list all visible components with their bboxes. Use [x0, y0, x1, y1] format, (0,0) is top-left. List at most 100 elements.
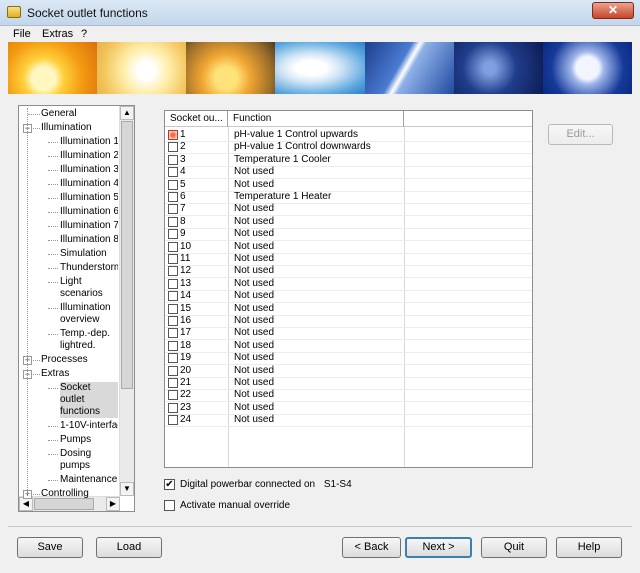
- tree-item[interactable]: Illumination 3: [60, 164, 118, 176]
- socket-checkbox[interactable]: [168, 353, 178, 364]
- tree-item[interactable]: Illumination 6: [60, 206, 118, 218]
- socket-checkbox[interactable]: [168, 216, 178, 227]
- save-button[interactable]: Save: [17, 537, 83, 558]
- table-row[interactable]: 1 pH-value 1 Control upwards: [165, 129, 532, 141]
- scroll-left-icon[interactable]: ◀: [19, 497, 33, 511]
- tree-item[interactable]: Processes: [41, 354, 119, 366]
- help-button[interactable]: Help: [556, 537, 622, 558]
- tree-item[interactable]: Temp.-dep. lightred.: [60, 328, 118, 352]
- back-button[interactable]: < Back: [342, 537, 401, 558]
- scroll-up-icon[interactable]: ▲: [120, 106, 134, 120]
- tree-item[interactable]: Illumination 1: [60, 136, 118, 148]
- menu-file[interactable]: File: [13, 28, 31, 40]
- table-row[interactable]: 14 Not used: [165, 290, 532, 302]
- table-row[interactable]: 11 Not used: [165, 253, 532, 265]
- tree-item[interactable]: Pumps: [60, 434, 118, 446]
- socket-checkbox[interactable]: [168, 340, 178, 351]
- socket-checkbox[interactable]: [168, 402, 178, 413]
- column-header-function[interactable]: Function: [228, 111, 404, 127]
- digital-powerbar-checkbox[interactable]: ✔: [164, 479, 175, 490]
- table-row[interactable]: 8 Not used: [165, 216, 532, 228]
- load-button[interactable]: Load: [96, 537, 162, 558]
- menu-help[interactable]: ?: [81, 28, 87, 40]
- table-row[interactable]: 3 Temperature 1 Cooler: [165, 154, 532, 166]
- socket-number: 21: [180, 377, 192, 388]
- table-row[interactable]: 20 Not used: [165, 365, 532, 377]
- socket-checkbox[interactable]: [168, 266, 178, 277]
- navigation-tree[interactable]: ▲ ▼ ◀ ▶ General Illumination − Illumination…: [18, 105, 135, 512]
- table-row[interactable]: 24 Not used: [165, 414, 532, 426]
- socket-checkbox[interactable]: [168, 390, 178, 401]
- socket-checkbox[interactable]: [168, 142, 178, 153]
- close-button[interactable]: ✕: [592, 2, 634, 19]
- socket-checkbox[interactable]: [168, 241, 178, 252]
- socket-checkbox[interactable]: [168, 303, 178, 314]
- table-row[interactable]: 13 Not used: [165, 278, 532, 290]
- table-row[interactable]: 19 Not used: [165, 352, 532, 364]
- table-row[interactable]: 15 Not used: [165, 303, 532, 315]
- table-row[interactable]: 7 Not used: [165, 203, 532, 215]
- column-header-socket[interactable]: Socket ou...: [165, 111, 228, 127]
- tree-item[interactable]: Dosing pumps: [60, 448, 118, 472]
- tree-item[interactable]: Extras: [41, 368, 119, 380]
- next-button[interactable]: Next >: [405, 537, 472, 558]
- socket-checkbox[interactable]: [168, 365, 178, 376]
- scroll-down-icon[interactable]: ▼: [120, 482, 134, 496]
- tree-item[interactable]: Light scenarios: [60, 276, 118, 300]
- table-row[interactable]: 16 Not used: [165, 315, 532, 327]
- table-row[interactable]: 23 Not used: [165, 402, 532, 414]
- table-row[interactable]: 4 Not used: [165, 166, 532, 178]
- socket-checkbox[interactable]: [168, 154, 178, 165]
- socket-checkbox[interactable]: [168, 179, 178, 190]
- socket-checkbox[interactable]: [168, 278, 178, 289]
- quit-button[interactable]: Quit: [481, 537, 547, 558]
- socket-number: 23: [180, 401, 192, 413]
- tree-item[interactable]: Controlling: [41, 488, 119, 500]
- socket-function: Not used: [234, 315, 275, 326]
- socket-checkbox[interactable]: [168, 254, 178, 264]
- tree-item[interactable]: 1-10V-interface: [60, 420, 118, 432]
- socket-number: 24: [180, 414, 192, 426]
- socket-checkbox[interactable]: [168, 378, 178, 388]
- socket-checkbox[interactable]: [168, 415, 178, 426]
- socket-checkbox[interactable]: [168, 328, 178, 339]
- socket-checkbox[interactable]: [168, 204, 178, 215]
- table-row[interactable]: 5 Not used: [165, 179, 532, 191]
- manual-override-checkbox[interactable]: [164, 500, 175, 511]
- tree-item[interactable]: Illumination 2: [60, 150, 118, 162]
- table-row[interactable]: 9 Not used: [165, 228, 532, 240]
- table-row[interactable]: 17 Not used: [165, 327, 532, 339]
- tree-item[interactable]: Illumination 7: [60, 220, 118, 232]
- table-row[interactable]: 18 Not used: [165, 340, 532, 352]
- tree-item[interactable]: Socket outlet functions: [60, 382, 118, 418]
- tree-vertical-scrollbar[interactable]: ▲ ▼: [119, 106, 134, 496]
- tree-item[interactable]: Simulation: [60, 248, 118, 260]
- socket-checkbox[interactable]: [168, 192, 178, 202]
- banner-crescent-moon-image: [453, 42, 543, 94]
- tree-item[interactable]: Maintenance: [60, 474, 118, 486]
- socket-checkbox[interactable]: [168, 316, 178, 326]
- table-row[interactable]: 6 Temperature 1 Heater: [165, 191, 532, 203]
- tree-item[interactable]: Illumination overview: [60, 302, 118, 326]
- edit-button[interactable]: Edit...: [548, 124, 613, 145]
- socket-checkbox[interactable]: [168, 229, 178, 240]
- tree-scroll-thumb[interactable]: [121, 121, 133, 389]
- tree-item[interactable]: Illumination 4: [60, 178, 118, 190]
- tree-item[interactable]: Illumination 8: [60, 234, 118, 246]
- table-row[interactable]: 2 pH-value 1 Control downwards: [165, 141, 532, 153]
- tree-item[interactable]: Illumination 5: [60, 192, 118, 204]
- tree-item[interactable]: General: [41, 108, 119, 120]
- table-row[interactable]: 21 Not used: [165, 377, 532, 389]
- table-row[interactable]: 12 Not used: [165, 265, 532, 277]
- socket-checkbox[interactable]: [168, 291, 178, 302]
- socket-checkbox[interactable]: [168, 167, 178, 178]
- tree-item[interactable]: Illumination: [41, 122, 119, 134]
- menu-extras[interactable]: Extras: [42, 28, 73, 40]
- tree-item[interactable]: Thunderstorm: [60, 262, 118, 274]
- tree-connector: [48, 308, 58, 309]
- socket-active-checkbox[interactable]: [168, 130, 178, 140]
- socket-function: Not used: [234, 265, 275, 277]
- table-row[interactable]: 22 Not used: [165, 389, 532, 401]
- table-row[interactable]: 10 Not used: [165, 241, 532, 253]
- socket-function: Not used: [234, 339, 275, 351]
